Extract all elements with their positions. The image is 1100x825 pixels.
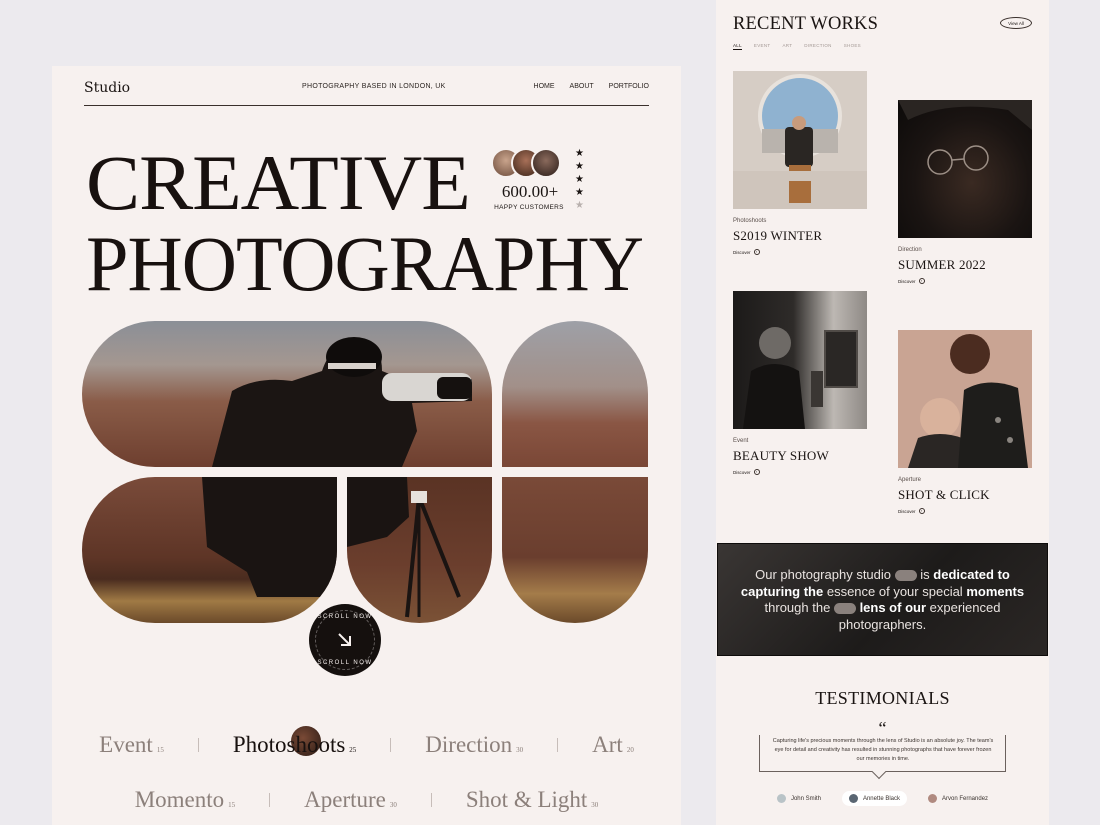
work-image: [733, 71, 867, 209]
work-image: [733, 291, 867, 429]
arrow-right-icon: ›: [753, 249, 760, 255]
category-art[interactable]: Art 20: [592, 732, 634, 758]
star-icon: ★: [575, 148, 584, 159]
work-image: [898, 330, 1032, 468]
nav-item-about[interactable]: ABOUT: [570, 83, 594, 90]
avatar: [776, 794, 786, 803]
hero-photo-tile: [502, 321, 648, 467]
scroll-label: SCROLL NOW: [317, 660, 373, 666]
top-nav: Studio PHOTOGRAPHY BASED IN LONDON, UK H…: [84, 66, 649, 106]
avatar: [848, 794, 858, 803]
discover-link[interactable]: Discover ›: [733, 469, 867, 475]
section-title: RECENT WORKS: [733, 14, 879, 34]
testimonials-title: TESTIMONIALS: [815, 688, 950, 708]
arrow-right-icon: ›: [753, 469, 760, 475]
author-john-smith[interactable]: John Smith: [770, 791, 828, 806]
star-icon: ★: [575, 174, 584, 185]
avatar: [531, 148, 561, 178]
filter-tab-direction[interactable]: DIRECTION: [804, 43, 831, 50]
work-card[interactable]: Direction SUMMER 2022 Discover ›: [898, 100, 1032, 284]
work-image: [898, 100, 1032, 238]
nav-tagline: PHOTOGRAPHY BASED IN LONDON, UK: [302, 83, 446, 90]
hero-title-line2: PHOTOGRAPHY: [86, 220, 644, 307]
author-annette-black[interactable]: Annette Black: [841, 791, 907, 806]
customers-label: HAPPY CUSTOMERS: [494, 204, 564, 211]
star-icon: ★: [575, 200, 584, 211]
customer-avatars: [491, 148, 563, 180]
author-arvon-fernandez[interactable]: Arvon Fernandez: [921, 791, 995, 806]
avatar: [928, 794, 937, 803]
brand-logo[interactable]: Studio: [84, 80, 130, 96]
star-icon: ★: [575, 187, 584, 198]
filter-tabs: ALL EVENT ART DIRECTION SHOES: [733, 43, 861, 50]
hero-panel: Studio PHOTOGRAPHY BASED IN LONDON, UK H…: [52, 66, 681, 825]
divider: [197, 738, 199, 752]
work-category: Aperture: [898, 477, 922, 483]
hero-title-line1: CREATIVE: [86, 139, 471, 226]
category-direction[interactable]: Direction 30: [425, 732, 523, 758]
nav-menu: HOME ABOUT PORTFOLIO: [534, 83, 649, 90]
nav-item-home[interactable]: HOME: [534, 83, 555, 90]
discover-link[interactable]: Discover ›: [898, 278, 1032, 284]
nav-item-portfolio[interactable]: PORTFOLIO: [609, 83, 649, 90]
category-photoshoots[interactable]: Photoshoots 25: [233, 726, 356, 758]
lens-pill-icon: [833, 603, 856, 615]
category-aperture[interactable]: Aperture 30: [304, 787, 397, 813]
hero-photo-tile: [347, 477, 492, 623]
divider: [269, 793, 271, 807]
category-event[interactable]: Event 15: [99, 732, 164, 758]
discover-link[interactable]: Discover ›: [733, 249, 867, 255]
hero-photo-tile: [82, 321, 492, 467]
work-title: S2019 WINTER: [733, 228, 823, 243]
divider: [430, 793, 432, 807]
banner-text: Our photography studio is dedicated to c…: [740, 567, 1025, 632]
scroll-label: SCROLL NOW: [317, 614, 373, 620]
customers-count: 600.00+: [501, 182, 559, 201]
hero-photo-tile: [82, 477, 337, 623]
discover-link[interactable]: Discover ›: [898, 508, 1032, 514]
hero-photo-collage: [82, 321, 648, 623]
work-category: Photoshoots: [733, 218, 767, 224]
camera-pill-icon: [894, 570, 917, 582]
work-title: BEAUTY SHOW: [733, 448, 829, 463]
filter-tab-event[interactable]: EVENT: [754, 43, 771, 50]
work-card[interactable]: Photoshoots S2019 WINTER Discover ›: [733, 71, 867, 255]
work-card[interactable]: Aperture SHOT & CLICK Discover ›: [898, 330, 1032, 514]
category-row: Event 15 Photoshoots 25 Direction 30 Art 20: [52, 726, 681, 758]
rating-stars: ★ ★ ★ ★ ★: [575, 148, 584, 212]
divider: [390, 738, 392, 752]
arrow-right-icon: ›: [918, 508, 925, 514]
category-momento[interactable]: Momento 15: [135, 787, 235, 813]
work-category: Event: [733, 438, 749, 444]
divider: [557, 738, 559, 752]
testimonial-authors: John Smith Annette Black Arvon Fernandez: [716, 791, 1049, 806]
work-title: SUMMER 2022: [898, 257, 986, 272]
hero-photo-tile: [502, 477, 648, 623]
scroll-now-button[interactable]: SCROLL NOW SCROLL NOW: [309, 604, 381, 676]
category-row: Momento 15 Aperture 30 Shot & Light 30: [52, 787, 681, 813]
studio-banner: Our photography studio is dedicated to c…: [717, 543, 1048, 656]
testimonial-text: Capturing life's precious moments throug…: [772, 738, 994, 762]
view-all-button[interactable]: View All: [1000, 17, 1032, 29]
category-shot-and-light[interactable]: Shot & Light 30: [466, 787, 598, 813]
work-title: SHOT & CLICK: [898, 487, 990, 502]
filter-tab-art[interactable]: ART: [782, 43, 792, 50]
filter-tab-all[interactable]: ALL: [733, 43, 742, 50]
filter-tab-shoes[interactable]: SHOES: [844, 43, 861, 50]
work-category: Direction: [898, 247, 922, 253]
star-icon: ★: [575, 161, 584, 172]
recent-works-panel: RECENT WORKS View All ALL EVENT ART DIRE…: [716, 0, 1049, 825]
arrow-right-icon: ›: [918, 278, 925, 284]
work-card[interactable]: Event BEAUTY SHOW Discover ›: [733, 291, 867, 475]
